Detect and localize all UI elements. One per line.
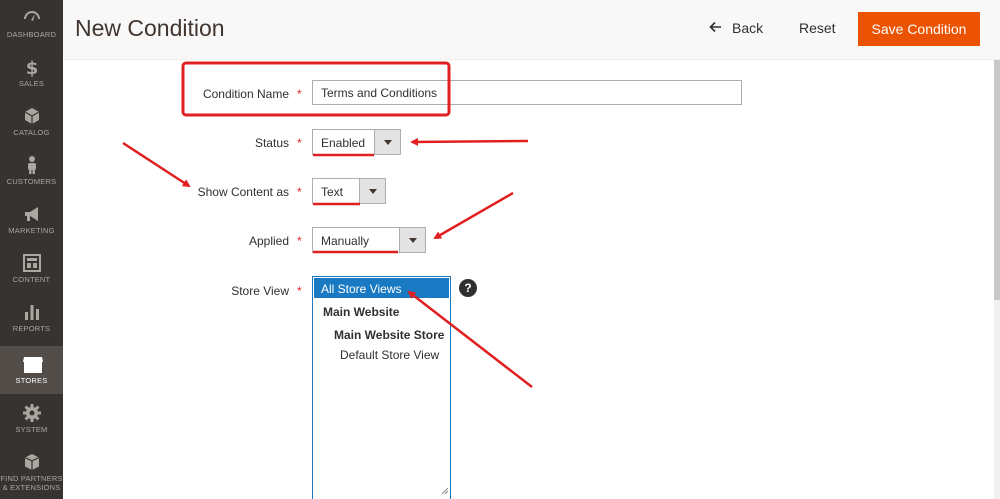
admin-sidebar: DASHBOARD $ SALES CATALOG CUSTOMERS MARK… bbox=[0, 0, 63, 499]
nav-customers[interactable]: CUSTOMERS bbox=[0, 147, 63, 195]
store-view-multiselect[interactable]: All Store Views Main Website Main Websit… bbox=[312, 276, 451, 499]
applied-select[interactable]: Manually bbox=[312, 227, 426, 253]
required-mark: * bbox=[297, 234, 302, 248]
nav-label: MARKETING bbox=[8, 226, 55, 235]
nav-label: STORES bbox=[15, 376, 48, 385]
annotation-arrow bbox=[410, 137, 529, 146]
layout-icon bbox=[22, 253, 42, 273]
required-mark: * bbox=[297, 284, 302, 298]
status-select[interactable]: Enabled bbox=[312, 129, 401, 155]
nav-stores[interactable]: STORES bbox=[0, 346, 63, 394]
nav-marketing[interactable]: MARKETING bbox=[0, 196, 63, 244]
store-view-group-store: Main Website Store bbox=[334, 328, 445, 342]
box-icon bbox=[22, 452, 42, 472]
show-content-as-value: Text bbox=[321, 185, 344, 199]
nav-reports[interactable]: REPORTS bbox=[0, 294, 63, 342]
show-content-as-select[interactable]: Text bbox=[312, 178, 386, 204]
nav-catalog[interactable]: CATALOG bbox=[0, 98, 63, 146]
dashboard-icon bbox=[22, 8, 42, 28]
back-button[interactable]: Back bbox=[709, 20, 763, 36]
applied-value: Manually bbox=[321, 234, 370, 248]
nav-dashboard[interactable]: DASHBOARD bbox=[0, 0, 63, 48]
arrow-left-icon bbox=[709, 20, 722, 36]
save-condition-button[interactable]: Save Condition bbox=[858, 12, 980, 46]
help-icon[interactable]: ? bbox=[459, 279, 477, 297]
chevron-down-icon bbox=[359, 179, 385, 203]
back-label: Back bbox=[732, 20, 764, 36]
required-mark: * bbox=[297, 87, 302, 101]
store-view-group-website: Main Website bbox=[323, 305, 400, 319]
chevron-down-icon bbox=[399, 228, 425, 252]
nav-label: CONTENT bbox=[12, 275, 51, 284]
nav-label: SYSTEM bbox=[15, 425, 48, 434]
store-view-option-default[interactable]: Default Store View bbox=[340, 348, 439, 362]
store-view-option-all[interactable]: All Store Views bbox=[314, 278, 449, 298]
show-content-as-label: Show Content as bbox=[197, 185, 289, 199]
store-view-label: Store View bbox=[231, 284, 289, 298]
condition-name-label: Condition Name bbox=[202, 87, 289, 101]
chevron-down-icon bbox=[374, 130, 400, 154]
condition-name-input[interactable] bbox=[312, 80, 742, 105]
required-mark: * bbox=[297, 185, 302, 199]
scrollbar-thumb[interactable] bbox=[994, 60, 1000, 300]
nav-label-secondary: & EXTENSIONS bbox=[2, 483, 61, 492]
dollar-icon: $ bbox=[22, 57, 42, 79]
applied-label: Applied bbox=[248, 234, 289, 248]
svg-text:$: $ bbox=[25, 58, 38, 77]
annotation-arrow bbox=[433, 191, 514, 240]
storefront-icon bbox=[22, 354, 43, 374]
resize-handle-icon[interactable] bbox=[440, 484, 449, 498]
nav-label: DASHBOARD bbox=[6, 30, 57, 39]
page-header: New Condition Back Reset Save Condition bbox=[63, 0, 1000, 60]
nav-find-partners[interactable]: FIND PARTNERS & EXTENSIONS bbox=[0, 444, 63, 499]
gear-icon bbox=[22, 403, 42, 423]
nav-label: REPORTS bbox=[12, 324, 51, 333]
person-icon bbox=[22, 155, 42, 175]
nav-label: CUSTOMERS bbox=[6, 177, 57, 186]
nav-content[interactable]: CONTENT bbox=[0, 245, 63, 293]
reset-button[interactable]: Reset bbox=[799, 20, 836, 36]
status-label: Status bbox=[254, 136, 289, 150]
nav-label: SALES bbox=[18, 79, 45, 88]
megaphone-icon bbox=[22, 204, 42, 224]
status-value: Enabled bbox=[321, 136, 366, 150]
nav-sales[interactable]: $ SALES bbox=[0, 49, 63, 97]
nav-label: CATALOG bbox=[13, 128, 50, 137]
nav-label: FIND PARTNERS bbox=[0, 474, 63, 483]
annotation-overlay bbox=[122, 61, 533, 388]
cube-icon bbox=[22, 106, 42, 126]
required-mark: * bbox=[297, 136, 302, 150]
bar-chart-icon bbox=[22, 302, 42, 322]
nav-system[interactable]: SYSTEM bbox=[0, 395, 63, 443]
page-title: New Condition bbox=[75, 15, 225, 41]
